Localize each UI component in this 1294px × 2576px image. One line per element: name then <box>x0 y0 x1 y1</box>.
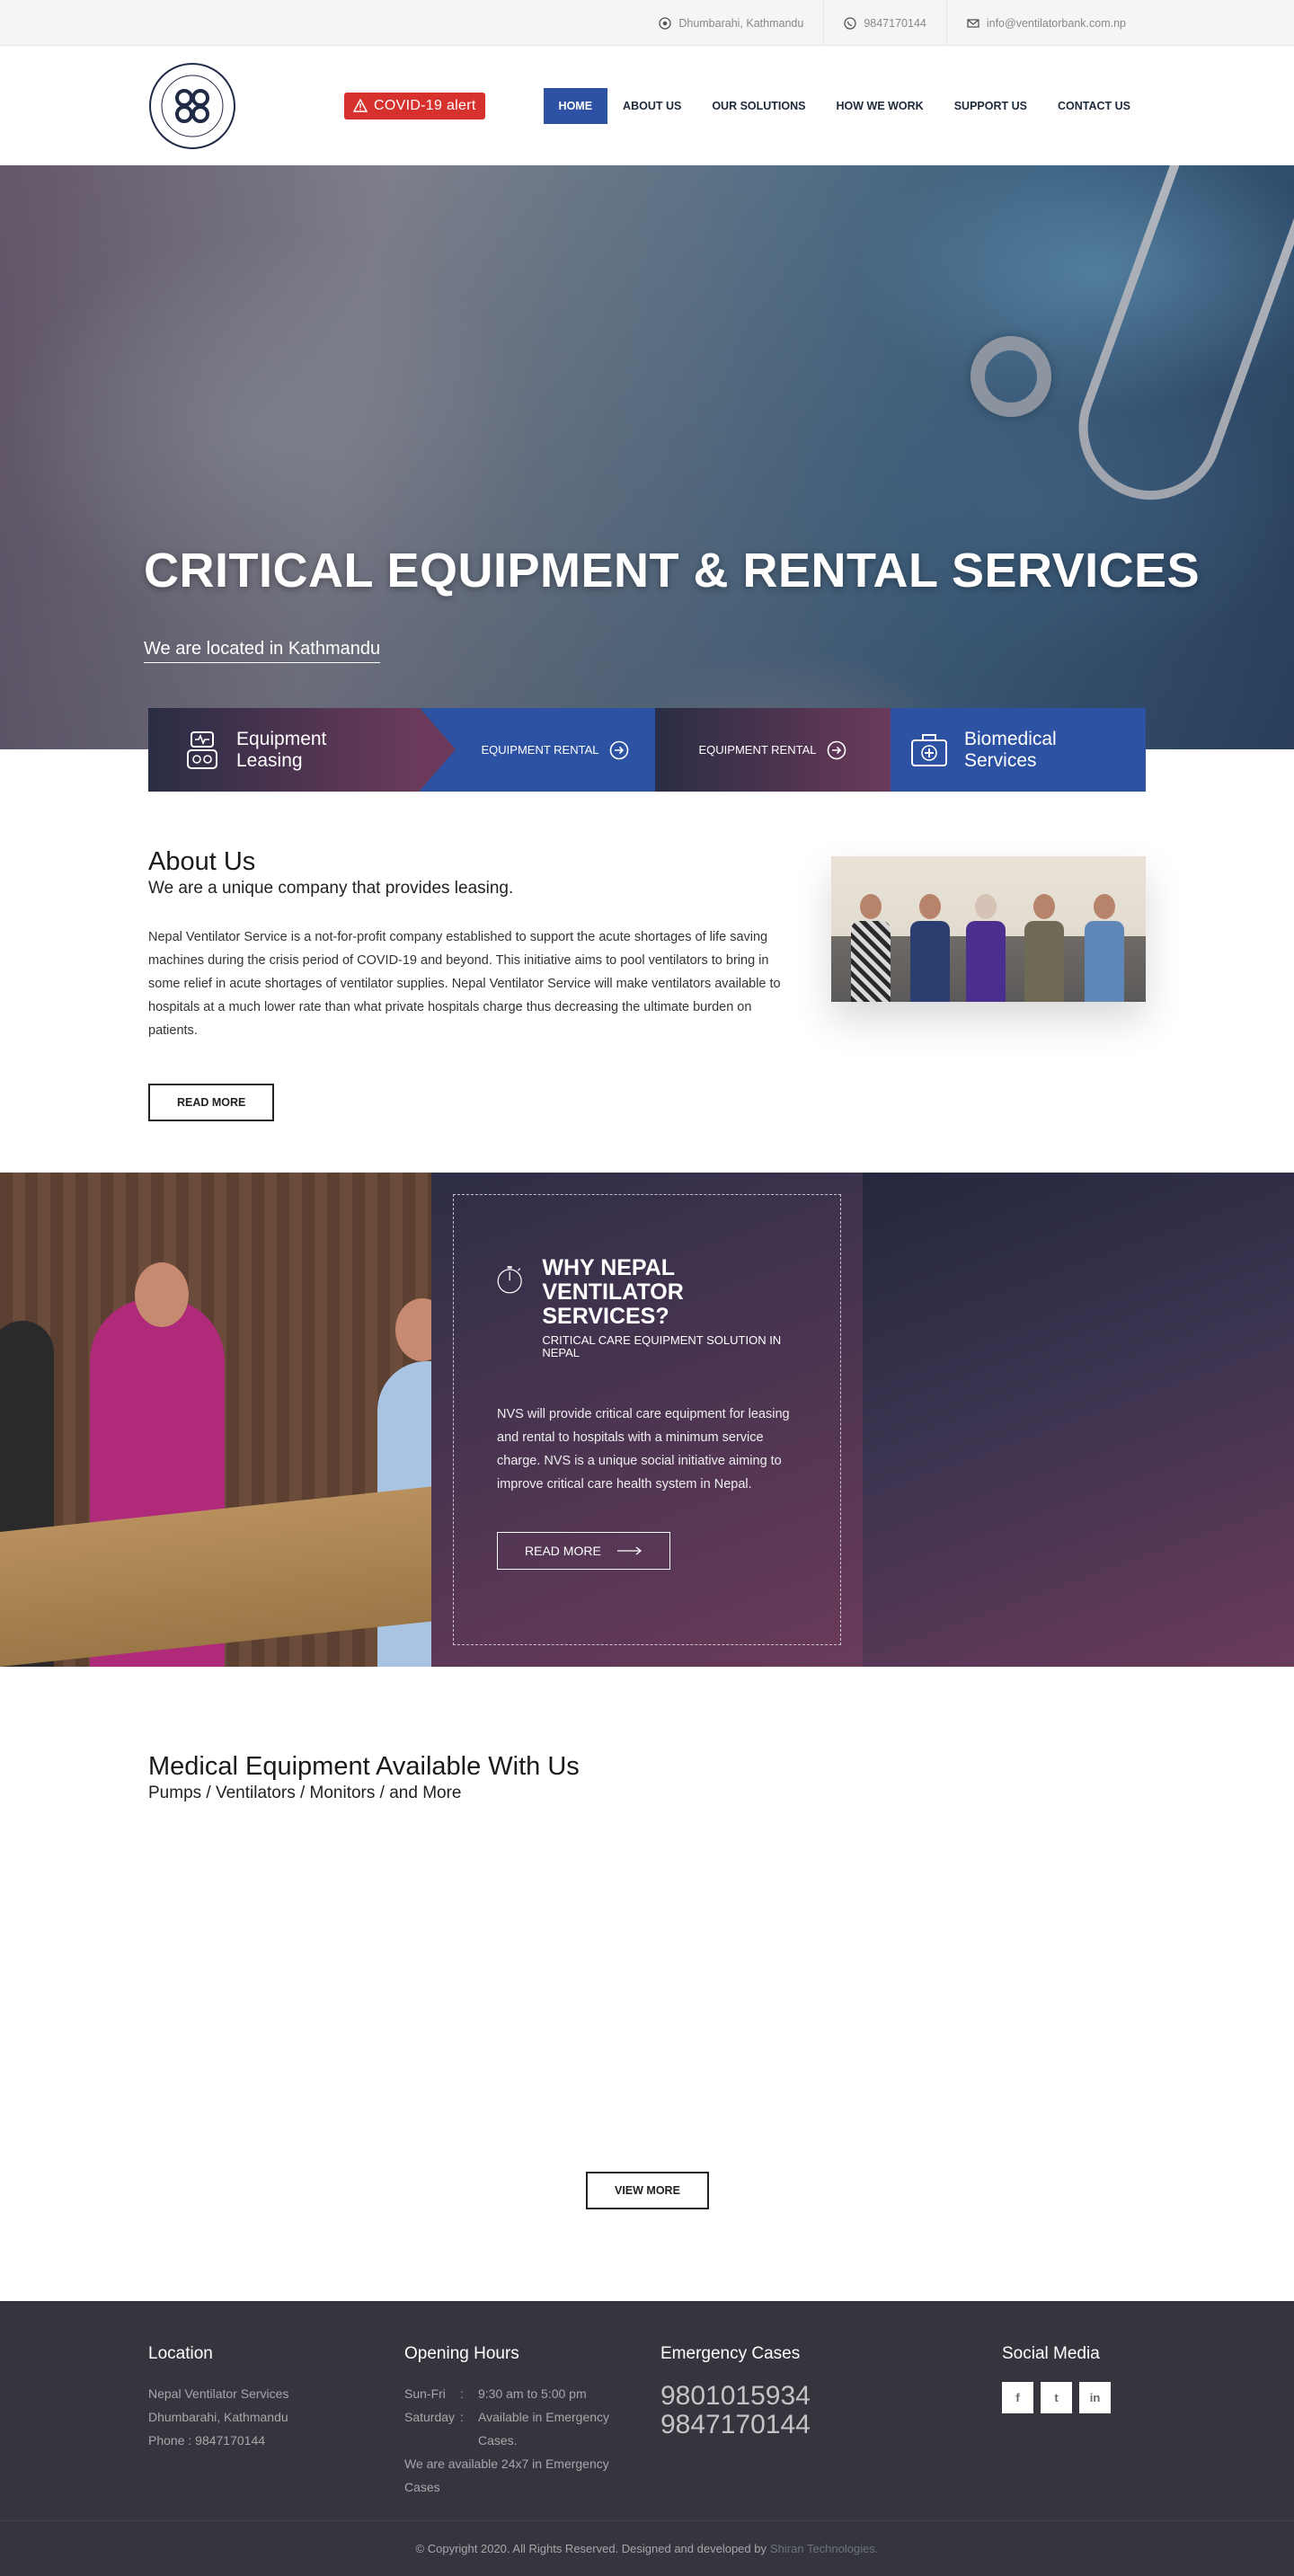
service-equipment-rental-2[interactable]: EQUIPMENT RENTAL <box>655 708 891 792</box>
footer-location-line2: Dhumbarahi, Kathmandu <box>148 2410 288 2424</box>
main-nav: HOME ABOUT US OUR SOLUTIONS HOW WE WORK … <box>543 87 1146 124</box>
copyright-text: © Copyright 2020. All Rights Reserved. D… <box>415 2542 767 2555</box>
about-body: Nepal Ventilator Service is a not-for-pr… <box>148 930 781 1038</box>
nav-how-we-work[interactable]: HOW WE WORK <box>821 88 939 124</box>
medical-equipment-section: Medical Equipment Available With Us Pump… <box>0 1667 1294 2301</box>
covid-alert-button[interactable]: COVID-19 alert <box>344 92 485 120</box>
medical-tagline: Pumps / Ventilators / Monitors / and Mor… <box>148 1784 462 1802</box>
about-read-more-button[interactable]: READ MORE <box>148 1084 275 1121</box>
medical-device-icon <box>187 730 217 769</box>
footer-emergency-title: Emergency Cases <box>660 2344 801 2363</box>
about-title: About Us <box>148 847 256 876</box>
why-box: WHY NEPAL VENTILATOR SERVICES? CRITICAL … <box>453 1194 841 1645</box>
medical-title: Medical Equipment Available With Us <box>148 1752 580 1781</box>
footer-location: Location Nepal Ventilator Services Dhumb… <box>148 2342 404 2499</box>
hours-row2-value: Available in Emergency Cases. <box>478 2410 610 2448</box>
hours-row1-key: Sun-Fri <box>404 2386 446 2401</box>
mail-icon <box>967 18 979 28</box>
footer-social-title: Social Media <box>1002 2344 1100 2363</box>
copyright-bar: © Copyright 2020. All Rights Reserved. D… <box>0 2520 1294 2576</box>
top-bar: Dhumbarahi, Kathmandu 9847170144 info@ve… <box>0 0 1294 46</box>
footer-location-phone: Phone : 9847170144 <box>148 2433 266 2448</box>
footer-location-line1: Nepal Ventilator Services <box>148 2386 289 2401</box>
footer-emergency: Emergency Cases 9801015934 9847170144 <box>660 2342 1002 2499</box>
why-read-more-button[interactable]: READ MORE <box>497 1532 670 1570</box>
why-body: NVS will provide critical care equipment… <box>497 1407 790 1492</box>
medical-kit-icon <box>911 733 947 766</box>
why-section: WHY NEPAL VENTILATOR SERVICES? CRITICAL … <box>0 1173 1294 1667</box>
footer-hours: Opening Hours Sun-Fri:9:30 am to 5:00 pm… <box>404 2342 660 2499</box>
site-header: COVID-19 alert HOME ABOUT US OUR SOLUTIO… <box>0 46 1294 165</box>
stopwatch-icon <box>497 1266 522 1294</box>
hero-banner: CRITICAL EQUIPMENT & RENTAL SERVICES We … <box>0 165 1294 749</box>
why-panel: WHY NEPAL VENTILATOR SERVICES? CRITICAL … <box>431 1173 863 1667</box>
services-strip: Equipment Leasing EQUIPMENT RENTAL EQUIP… <box>0 708 1294 792</box>
covid-alert-label: COVID-19 alert <box>374 97 476 113</box>
nav-home[interactable]: HOME <box>543 87 608 124</box>
linkedin-icon[interactable]: in <box>1079 2382 1111 2413</box>
service-biomedical-services-label: Biomedical Services <box>964 728 1057 771</box>
service-equipment-leasing[interactable]: Equipment Leasing <box>148 708 456 792</box>
footer-social: Social Media f t in <box>1002 2342 1146 2499</box>
about-tagline: We are a unique company that provides le… <box>148 879 514 898</box>
nav-support-us[interactable]: SUPPORT US <box>939 88 1042 124</box>
about-content: About Us We are a unique company that pr… <box>148 847 795 1121</box>
twitter-icon[interactable]: t <box>1041 2382 1072 2413</box>
hero-content: CRITICAL EQUIPMENT & RENTAL SERVICES We … <box>144 543 1200 663</box>
nav-our-solutions[interactable]: OUR SOLUTIONS <box>696 88 820 124</box>
long-arrow-right-icon <box>616 1546 642 1555</box>
warning-icon <box>353 99 368 112</box>
footer-hours-title: Opening Hours <box>404 2344 519 2363</box>
hero-subtitle[interactable]: We are located in Kathmandu <box>144 639 381 663</box>
site-logo[interactable] <box>148 62 236 150</box>
why-photo <box>0 1173 431 1667</box>
topbar-email-text: info@ventilatorbank.com.np <box>986 16 1126 30</box>
site-footer: Location Nepal Ventilator Services Dhumb… <box>0 2301 1294 2520</box>
hours-row2-key: Saturday <box>404 2410 456 2424</box>
service-biomedical-services[interactable]: Biomedical Services <box>891 708 1146 792</box>
topbar-phone-text: 9847170144 <box>864 16 926 30</box>
footer-location-title: Location <box>148 2344 213 2363</box>
why-read-more-label: READ MORE <box>525 1544 601 1558</box>
nav-about-us[interactable]: ABOUT US <box>607 88 696 124</box>
about-section: About Us We are a unique company that pr… <box>0 792 1294 1173</box>
emergency-phone-1[interactable]: 9801015934 <box>660 2382 1002 2411</box>
service-equipment-rental-2-label: EQUIPMENT RENTAL <box>698 743 817 757</box>
hours-note: We are available 24x7 in Emergency Cases <box>404 2456 609 2494</box>
whatsapp-icon <box>844 16 856 30</box>
service-equipment-rental-1-label: EQUIPMENT RENTAL <box>481 743 599 757</box>
why-title: WHY NEPAL VENTILATOR SERVICES? <box>542 1255 684 1329</box>
arrow-circle-icon <box>610 740 629 759</box>
nav-contact-us[interactable]: CONTACT US <box>1042 88 1146 124</box>
topbar-location: Dhumbarahi, Kathmandu <box>639 0 823 46</box>
arrow-circle-icon <box>828 740 846 759</box>
topbar-phone[interactable]: 9847170144 <box>823 0 946 46</box>
why-decor-panel <box>863 1173 1294 1667</box>
about-team-photo <box>831 856 1146 1002</box>
hero-title: CRITICAL EQUIPMENT & RENTAL SERVICES <box>144 544 1201 598</box>
location-icon <box>659 16 671 30</box>
view-more-button[interactable]: VIEW MORE <box>586 2172 709 2209</box>
emergency-phone-2[interactable]: 9847170144 <box>660 2411 1002 2439</box>
facebook-icon[interactable]: f <box>1002 2382 1033 2413</box>
topbar-email[interactable]: info@ventilatorbank.com.np <box>945 0 1146 46</box>
topbar-location-text: Dhumbarahi, Kathmandu <box>678 16 804 30</box>
why-subtitle: CRITICAL CARE EQUIPMENT SOLUTION IN NEPA… <box>542 1333 782 1359</box>
developer-link[interactable]: Shiran Technologies. <box>770 2542 878 2555</box>
service-equipment-leasing-label: Equipment Leasing <box>236 728 327 771</box>
hours-row1-value: 9:30 am to 5:00 pm <box>478 2386 587 2401</box>
